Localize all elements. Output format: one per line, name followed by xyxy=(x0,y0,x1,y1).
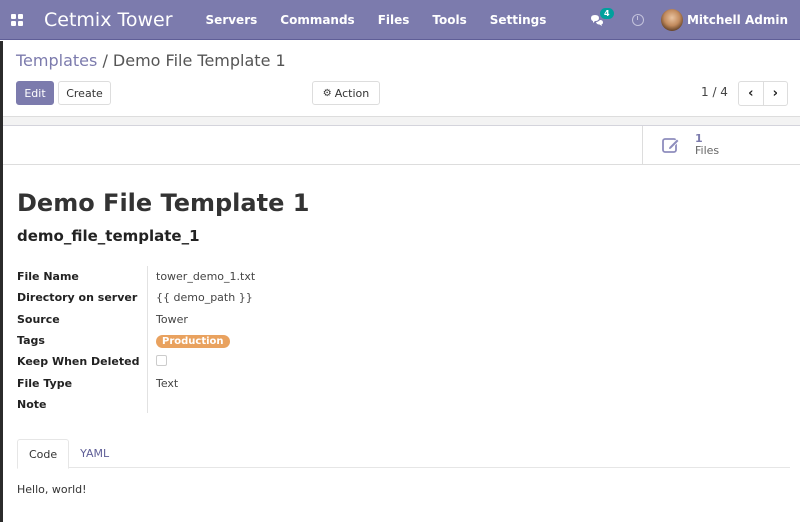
activity-clock-icon[interactable] xyxy=(631,13,644,26)
field-value: Text xyxy=(156,376,179,390)
user-avatar[interactable] xyxy=(660,8,683,31)
pager-buttons: ‹ › xyxy=(738,81,788,106)
menu-item-servers[interactable]: Servers xyxy=(206,13,258,27)
field-keep-when-deleted: Keep When Deleted xyxy=(17,351,255,372)
breadcrumb-separator: / xyxy=(102,51,108,70)
breadcrumb: Templates / Demo File Template 1 xyxy=(16,51,286,70)
pager-value[interactable]: 1 / 4 xyxy=(701,85,728,99)
messages-count-badge: 4 xyxy=(599,7,614,19)
tab-code[interactable]: Code xyxy=(17,439,70,469)
chevron-left-icon: ‹ xyxy=(748,86,754,101)
control-panel: Templates / Demo File Template 1 Edit Cr… xyxy=(3,41,800,117)
field-label: File Type xyxy=(17,376,73,390)
tab-yaml[interactable]: YAML xyxy=(69,439,120,468)
chevron-right-icon: › xyxy=(772,86,778,101)
field-value xyxy=(148,354,167,369)
edit-icon xyxy=(662,138,680,153)
field-value: Tower xyxy=(156,312,188,326)
form-sheet: Demo File Template 1 demo_file_template_… xyxy=(3,165,800,522)
menu-item-settings[interactable]: Settings xyxy=(490,13,547,27)
top-navbar: Cetmix Tower Servers Commands Files Tool… xyxy=(0,0,800,40)
field-label: Tags xyxy=(17,334,45,348)
field-label: Keep When Deleted xyxy=(17,355,140,369)
messaging-menu[interactable]: 4 xyxy=(590,7,614,27)
field-value: Production xyxy=(148,334,230,349)
menu-item-files[interactable]: Files xyxy=(378,13,410,27)
smart-button-text: 1 Files xyxy=(695,133,719,157)
field-group: File Name tower_demo_1.txt Directory on … xyxy=(17,266,255,415)
button-box: 1 Files xyxy=(3,126,800,165)
field-label: Source xyxy=(17,312,60,326)
field-note: Note xyxy=(17,394,255,415)
files-smart-button[interactable]: 1 Files xyxy=(642,126,800,164)
breadcrumb-templates-link[interactable]: Templates xyxy=(16,51,97,70)
field-file-name: File Name tower_demo_1.txt xyxy=(17,266,255,287)
field-label: Directory on server xyxy=(17,291,138,305)
statusbar-strip xyxy=(3,117,800,126)
record-title: Demo File Template 1 xyxy=(17,189,310,217)
field-file-type: File Type Text xyxy=(17,372,255,393)
field-tags: Tags Production xyxy=(17,330,255,351)
app-brand[interactable]: Cetmix Tower xyxy=(44,9,173,31)
main-menu: Servers Commands Files Tools Settings xyxy=(206,13,570,27)
apps-menu-icon[interactable] xyxy=(11,13,23,26)
field-label: Note xyxy=(17,397,47,411)
gear-icon: ⚙ xyxy=(322,87,332,99)
field-label: File Name xyxy=(17,270,79,284)
menu-item-tools[interactable]: Tools xyxy=(432,13,466,27)
record-reference: demo_file_template_1 xyxy=(17,227,200,245)
menu-item-commands[interactable]: Commands xyxy=(280,13,354,27)
breadcrumb-current: Demo File Template 1 xyxy=(112,51,286,70)
tag-badge[interactable]: Production xyxy=(156,335,230,349)
files-label: Files xyxy=(695,144,720,157)
code-content: Hello, world! xyxy=(17,483,87,496)
pager-previous-button[interactable]: ‹ xyxy=(739,82,764,105)
create-button[interactable]: Create xyxy=(58,81,111,105)
edit-button[interactable]: Edit xyxy=(16,81,54,105)
field-value: tower_demo_1.txt xyxy=(156,270,256,284)
pager-next-button[interactable]: › xyxy=(764,82,788,105)
keep-when-deleted-checkbox[interactable] xyxy=(156,354,167,366)
navbar-systray: 4 Mitchell Admin xyxy=(590,7,788,31)
notebook-tabs: Code YAML xyxy=(17,439,790,469)
action-button[interactable]: ⚙ Action xyxy=(312,81,380,105)
field-source: Source Tower xyxy=(17,309,255,330)
field-directory: Directory on server {{ demo_path }} xyxy=(17,287,255,308)
action-label: Action xyxy=(334,86,370,100)
field-value: {{ demo_path }} xyxy=(156,291,253,305)
user-menu[interactable]: Mitchell Admin xyxy=(687,13,788,27)
